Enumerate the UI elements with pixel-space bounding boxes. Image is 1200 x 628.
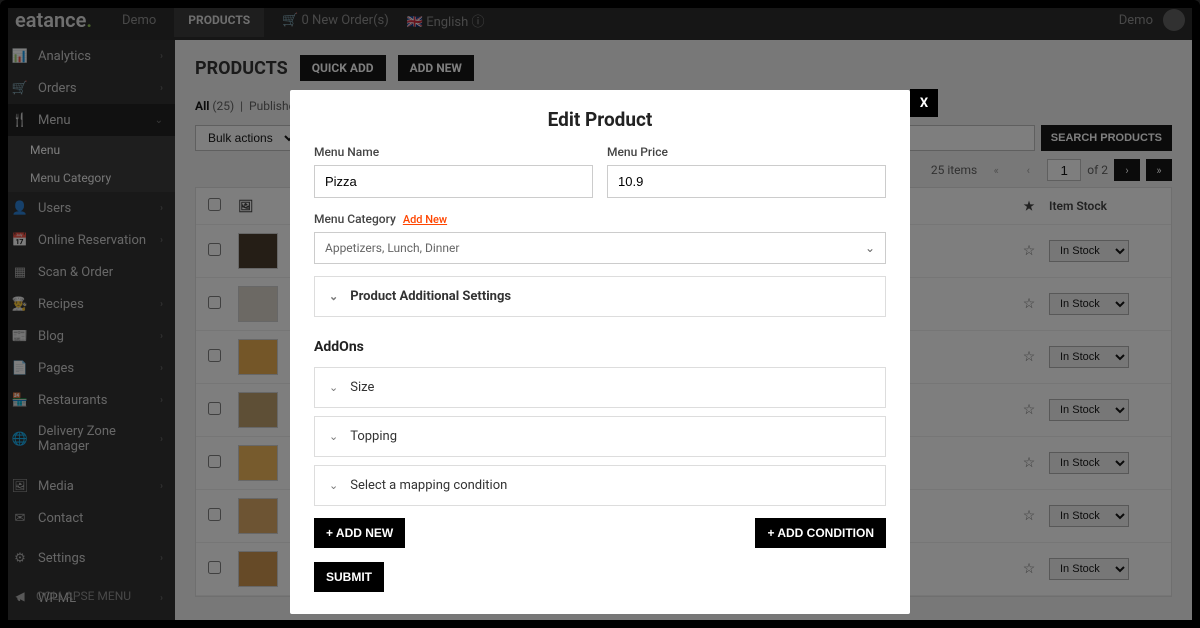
category-label: Menu Category Add New bbox=[314, 212, 886, 226]
menu-price-input[interactable] bbox=[607, 165, 886, 198]
chevron-down-icon: ⌄ bbox=[865, 241, 875, 255]
close-button[interactable]: X bbox=[910, 89, 938, 117]
edit-product-modal: X Edit Product Menu Name Menu Price Menu… bbox=[290, 90, 910, 614]
menu-name-input[interactable] bbox=[314, 165, 593, 198]
addon-size[interactable]: ⌄Size bbox=[314, 367, 886, 408]
chevron-down-icon: ⌄ bbox=[329, 290, 338, 303]
modal-title: Edit Product bbox=[314, 108, 886, 131]
add-new-addon-button[interactable]: + ADD NEW bbox=[314, 518, 405, 548]
menu-name-label: Menu Name bbox=[314, 145, 593, 159]
category-select[interactable]: Appetizers, Lunch, Dinner⌄ bbox=[314, 232, 886, 264]
additional-settings-accordion[interactable]: ⌄ Product Additional Settings bbox=[314, 276, 886, 317]
submit-button[interactable]: SUBMIT bbox=[314, 562, 384, 592]
addon-mapping[interactable]: ⌄Select a mapping condition bbox=[314, 465, 886, 506]
menu-price-label: Menu Price bbox=[607, 145, 886, 159]
add-new-category-link[interactable]: Add New bbox=[403, 213, 447, 226]
addons-heading: AddOns bbox=[314, 339, 886, 355]
addon-topping[interactable]: ⌄Topping bbox=[314, 416, 886, 457]
add-condition-button[interactable]: + ADD CONDITION bbox=[755, 518, 886, 548]
